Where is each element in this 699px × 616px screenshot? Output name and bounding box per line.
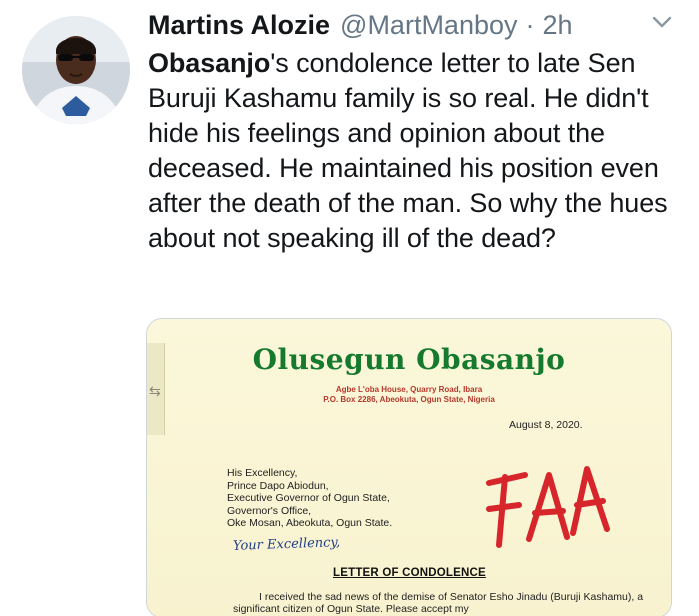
recipient-line: Oke Mosan, Abeokuta, Ogun State.: [227, 517, 393, 530]
header-separator: ·: [525, 9, 535, 40]
letter-heading: LETTER OF CONDOLENCE: [333, 567, 486, 579]
letter-image: ⇆ Olusegun Obasanjo Agbe L'oba House, Qu…: [147, 319, 671, 616]
letterhead-address-1: Agbe L'oba House, Quarry Road, Ibara: [335, 385, 483, 394]
tweet-text: Obasanjo's condolence letter to late Sen…: [148, 46, 688, 256]
letter-body: I received the sad news of the demise of…: [233, 591, 644, 616]
tweet-text-rest: 's condolence letter to late Sen Buruji …: [148, 48, 668, 253]
author-name[interactable]: Martins Alozie: [148, 10, 330, 41]
tweet-mention[interactable]: Obasanjo: [148, 48, 270, 78]
letterhead-name: Olusegun Obasanjo: [252, 343, 566, 376]
letter-recipient: His Excellency, Prince Dapo Abiodun, Exe…: [227, 467, 392, 530]
recipient-line: Prince Dapo Abiodun,: [227, 479, 329, 492]
chevron-down-icon[interactable]: [651, 14, 673, 30]
tweet-time[interactable]: 2h: [543, 10, 573, 41]
letter-date: August 8, 2020.: [509, 419, 583, 431]
profile-photo: [22, 16, 130, 124]
letter-salutation: Your Excellency,: [232, 535, 341, 554]
recipient-line: His Excellency,: [227, 467, 298, 479]
letterhead-address-2: P.O. Box 2286, Abeokuta, Ogun State, Nig…: [323, 395, 495, 404]
tweet-media[interactable]: ⇆ Olusegun Obasanjo Agbe L'oba House, Qu…: [146, 318, 672, 616]
avatar[interactable]: [22, 16, 130, 124]
recipient-line: Governor's Office,: [227, 504, 312, 517]
tweet: Martins Alozie @MartManboy · 2h Obasanjo…: [148, 6, 688, 256]
author-handle[interactable]: @MartManboy: [340, 10, 517, 41]
recipient-line: Executive Governor of Ogun State,: [227, 492, 390, 505]
tweet-header: Martins Alozie @MartManboy · 2h: [148, 6, 688, 44]
handwritten-initials: [486, 466, 610, 548]
